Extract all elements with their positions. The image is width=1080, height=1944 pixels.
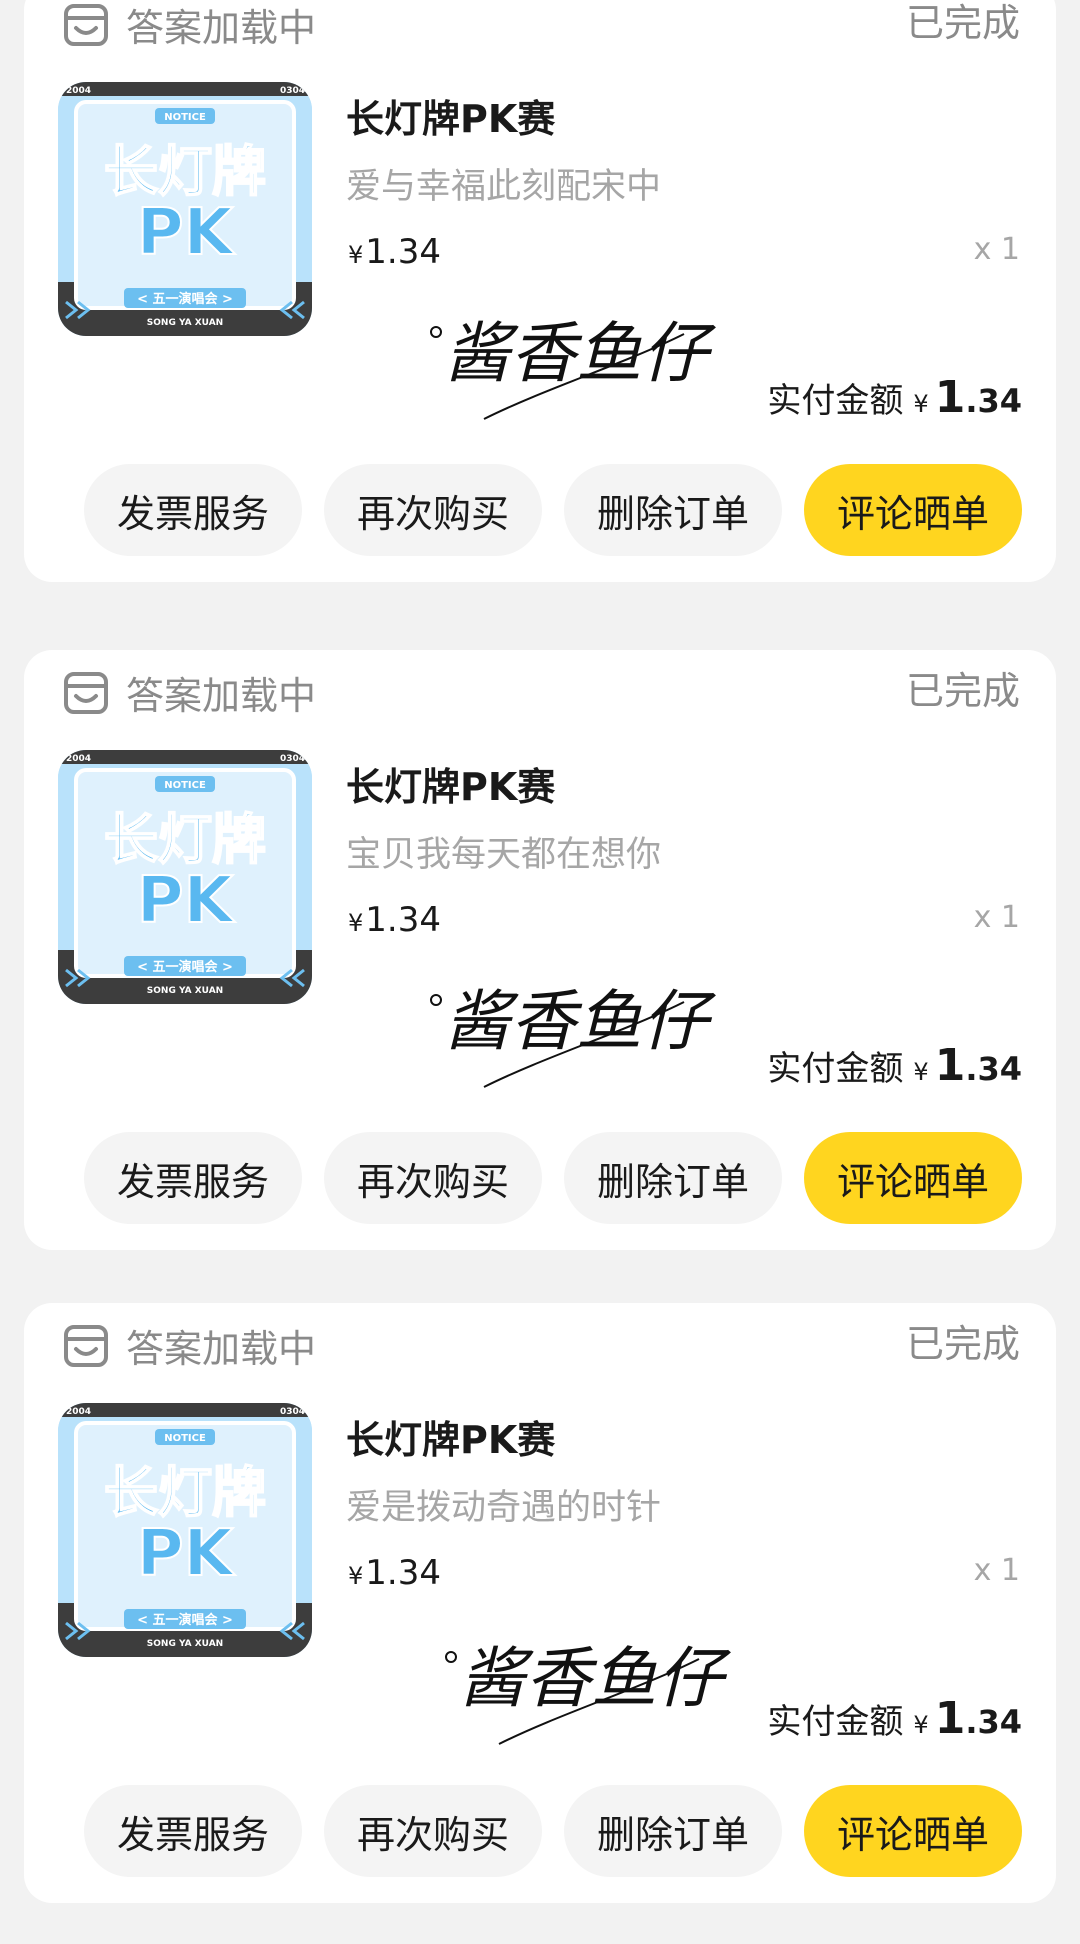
shop-name: 答案加载中 <box>126 673 317 718</box>
shop-header[interactable]: 答案加载中 <box>60 1317 316 1373</box>
product-variant: 爱是拨动奇遇的时针 <box>346 1488 662 1528</box>
thumb-date-right: 0304 <box>280 1407 305 1417</box>
thumb-line1: 长灯牌 <box>104 1461 266 1524</box>
quantity: x 1 <box>973 900 1020 935</box>
paid-amount: 实付金额 ¥ 1 .34 <box>767 1040 1022 1091</box>
order-actions: 发票服务 再次购买 删除订单 评论晒单 <box>84 1785 1022 1877</box>
delete-order-button[interactable]: 删除订单 <box>564 1132 782 1224</box>
thumb-notice: NOTICE <box>164 112 206 123</box>
paid-label: 实付金额 <box>767 1702 904 1742</box>
paid-amount: 实付金额 ¥ 1 .34 <box>767 1693 1022 1744</box>
shop-name: 答案加载中 <box>126 5 317 50</box>
order-card[interactable]: 答案加载中 已完成 2004 0304 NOTICE 长灯牌 PK < 五一演唱… <box>24 650 1056 1250</box>
paid-label: 实付金额 <box>767 1049 904 1089</box>
signature-text: 酱香鱼仔 <box>444 315 716 392</box>
quantity: x 1 <box>973 232 1020 267</box>
order-status: 已完成 <box>905 1 1020 45</box>
shop-name: 答案加载中 <box>126 1326 317 1371</box>
quantity: x 1 <box>973 1553 1020 1588</box>
rebuy-button[interactable]: 再次购买 <box>324 1132 542 1224</box>
paid-currency: ¥ <box>913 1058 929 1086</box>
thumb-footer: SONG YA XUAN <box>147 1639 223 1649</box>
order-actions: 发票服务 再次购买 删除订单 评论晒单 <box>84 1132 1022 1224</box>
price-value: 1.34 <box>365 1553 441 1593</box>
paid-currency: ¥ <box>913 390 929 418</box>
order-card[interactable]: 答案加载中 已完成 2004 0304 NOTICE 长灯牌 PK < 五一演唱… <box>24 1303 1056 1903</box>
thumb-date-left: 2004 <box>66 754 91 764</box>
order-card[interactable]: 答案加载中 已完成 2004 0304 NOTICE 长灯牌 PK < 五一演唱… <box>24 0 1056 582</box>
price-currency: ¥ <box>348 1562 364 1590</box>
price-currency: ¥ <box>348 909 364 937</box>
invoice-button[interactable]: 发票服务 <box>84 1785 302 1877</box>
signature-text: 酱香鱼仔 <box>444 983 716 1060</box>
invoice-button[interactable]: 发票服务 <box>84 1132 302 1224</box>
thumb-notice: NOTICE <box>164 1433 206 1444</box>
paid-decimal: .34 <box>965 382 1022 420</box>
thumb-line1: 长灯牌 <box>104 808 266 871</box>
invoice-button[interactable]: 发票服务 <box>84 464 302 556</box>
product-title[interactable]: 长灯牌PK赛 <box>346 1409 555 1464</box>
thumb-line2: PK <box>137 1517 236 1591</box>
paid-label: 实付金额 <box>767 381 904 421</box>
product-thumbnail[interactable]: 2004 0304 NOTICE 长灯牌 PK < 五一演唱会 > SONG Y… <box>58 1403 312 1657</box>
paid-amount: 实付金额 ¥ 1 .34 <box>767 372 1022 423</box>
thumb-line2: PK <box>137 864 236 938</box>
product-title[interactable]: 长灯牌PK赛 <box>346 88 555 143</box>
signature-text: 酱香鱼仔 <box>459 1640 731 1717</box>
shop-header[interactable]: 答案加载中 <box>60 664 316 720</box>
thumb-footer: SONG YA XUAN <box>147 986 223 996</box>
unit-price: ¥1.34 <box>348 900 441 940</box>
review-button[interactable]: 评论晒单 <box>804 1132 1022 1224</box>
product-thumbnail[interactable]: 2004 0304 NOTICE 长灯牌 PK < 五一演唱会 > SONG Y… <box>58 750 312 1004</box>
thumb-banner: < 五一演唱会 > <box>137 291 233 307</box>
store-icon <box>64 672 108 714</box>
delete-order-button[interactable]: 删除订单 <box>564 1785 782 1877</box>
paid-decimal: .34 <box>965 1050 1022 1088</box>
review-button[interactable]: 评论晒单 <box>804 464 1022 556</box>
thumb-notice: NOTICE <box>164 780 206 791</box>
rebuy-button[interactable]: 再次购买 <box>324 1785 542 1877</box>
review-button[interactable]: 评论晒单 <box>804 1785 1022 1877</box>
order-status: 已完成 <box>905 669 1020 713</box>
thumb-date-right: 0304 <box>280 754 305 764</box>
paid-integer: 1 <box>934 1693 966 1744</box>
product-variant: 爱与幸福此刻配宋中 <box>346 167 662 207</box>
order-status: 已完成 <box>905 1322 1020 1366</box>
product-thumbnail[interactable]: 2004 0304 NOTICE 长灯牌 PK < 五一演唱会 > SONG Y… <box>58 82 312 336</box>
price-value: 1.34 <box>365 232 441 272</box>
thumb-footer: SONG YA XUAN <box>147 318 223 328</box>
thumb-date-left: 2004 <box>66 1407 91 1417</box>
thumb-banner: < 五一演唱会 > <box>137 1612 233 1628</box>
order-actions: 发票服务 再次购买 删除订单 评论晒单 <box>84 464 1022 556</box>
thumb-banner: < 五一演唱会 > <box>137 959 233 975</box>
rebuy-button[interactable]: 再次购买 <box>324 464 542 556</box>
product-title[interactable]: 长灯牌PK赛 <box>346 756 555 811</box>
paid-decimal: .34 <box>965 1703 1022 1741</box>
paid-currency: ¥ <box>913 1711 929 1739</box>
paid-integer: 1 <box>934 1040 966 1091</box>
delete-order-button[interactable]: 删除订单 <box>564 464 782 556</box>
thumb-date-left: 2004 <box>66 86 91 96</box>
unit-price: ¥1.34 <box>348 1553 441 1593</box>
store-icon <box>64 4 108 46</box>
paid-integer: 1 <box>934 372 966 423</box>
store-icon <box>64 1325 108 1367</box>
product-variant: 宝贝我每天都在想你 <box>346 835 662 875</box>
thumb-line1: 长灯牌 <box>104 140 266 203</box>
signature-watermark: 酱香鱼仔 <box>445 1640 731 1745</box>
price-currency: ¥ <box>348 241 364 269</box>
signature-watermark: 酱香鱼仔 <box>430 315 716 420</box>
thumb-line2: PK <box>137 196 236 270</box>
thumb-date-right: 0304 <box>280 86 305 96</box>
shop-header[interactable]: 答案加载中 <box>60 0 316 52</box>
signature-watermark: 酱香鱼仔 <box>430 983 716 1088</box>
price-value: 1.34 <box>365 900 441 940</box>
unit-price: ¥1.34 <box>348 232 441 272</box>
